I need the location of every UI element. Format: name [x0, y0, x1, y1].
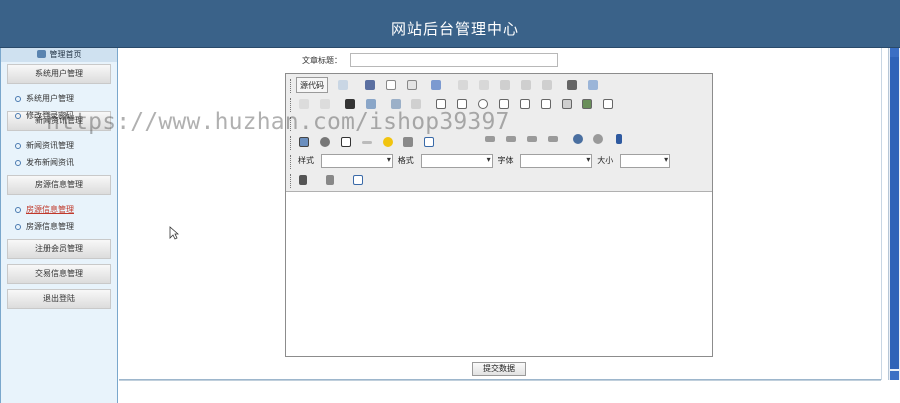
sidebar-item-housing-manage-2[interactable]: 房源信息管理 — [1, 218, 117, 235]
sidebar-item-housing-manage[interactable]: 房源信息管理 — [1, 201, 117, 218]
cut-icon[interactable] — [455, 77, 471, 93]
hidden-field-icon[interactable] — [600, 96, 616, 112]
watermark-text: https://www.huzhan.com/ishop39397 — [46, 109, 510, 135]
save-icon[interactable] — [362, 77, 378, 93]
scroll-up-arrow[interactable] — [890, 48, 899, 57]
new-page-icon[interactable] — [383, 77, 399, 93]
background-color-icon[interactable] — [323, 172, 345, 188]
main-right-gutter — [881, 48, 888, 380]
unlink-icon[interactable] — [590, 131, 606, 147]
style-label: 样式 — [298, 156, 314, 165]
sidebar: 管理首页 系统用户管理 系统用户管理 修改登录密码 新闻资讯管理 新闻资讯管理 … — [0, 48, 118, 403]
sidebar-item-label: 发布新闻资讯 — [26, 158, 74, 167]
sidebar-section-members[interactable]: 注册会员管理 — [7, 239, 111, 259]
scroll-thumb[interactable] — [890, 57, 899, 369]
bottom-frame — [119, 380, 881, 403]
paste-text-icon[interactable] — [518, 77, 534, 93]
print-preview-icon[interactable] — [404, 77, 420, 93]
sidebar-item-news-manage[interactable]: 新闻资讯管理 — [1, 137, 117, 154]
size-select[interactable] — [620, 154, 671, 168]
toolbar-grip — [290, 79, 293, 93]
style-select[interactable] — [320, 154, 393, 168]
scroll-down-arrow[interactable] — [890, 371, 899, 380]
image-button-icon[interactable] — [579, 96, 595, 112]
smiley-icon[interactable] — [380, 134, 396, 150]
font-select[interactable] — [520, 154, 593, 168]
template-icon[interactable] — [428, 77, 444, 93]
sidebar-item-user-manage[interactable]: 系统用户管理 — [1, 90, 117, 107]
toolbar-row-1: 源代码 — [290, 77, 603, 95]
link-icon[interactable] — [570, 131, 586, 147]
format-label: 格式 — [397, 156, 414, 165]
anchor-icon[interactable] — [611, 131, 627, 147]
image-icon[interactable] — [296, 134, 312, 150]
paste-icon[interactable] — [497, 77, 513, 93]
align-right-icon[interactable] — [524, 131, 540, 147]
page-title: 网站后台管理中心 — [390, 20, 519, 38]
sidebar-section-trades[interactable]: 交易信息管理 — [7, 264, 111, 284]
home-icon — [36, 50, 46, 58]
sidebar-item-news-publish[interactable]: 发布新闻资讯 — [1, 154, 117, 171]
button-field-icon[interactable] — [559, 96, 575, 112]
sidebar-item-label: 房源信息管理 — [26, 222, 74, 231]
sidebar-section-users[interactable]: 系统用户管理 — [7, 64, 111, 84]
horizontal-rule-icon[interactable] — [359, 134, 375, 150]
title-input[interactable] — [350, 53, 558, 67]
sidebar-item-label: 系统用户管理 — [26, 94, 74, 103]
spellcheck-icon[interactable] — [585, 77, 601, 93]
align-justify-icon[interactable] — [545, 131, 561, 147]
textarea-icon[interactable] — [517, 96, 533, 112]
editor-content-area[interactable] — [286, 192, 712, 356]
toolbar-row-6 — [290, 172, 368, 190]
font-label: 字体 — [497, 156, 514, 165]
sidebar-logout[interactable]: 退出登陆 — [7, 289, 111, 309]
title-label: 文章标题： — [302, 56, 342, 65]
special-char-icon[interactable] — [400, 134, 416, 150]
submit-button[interactable]: 提交数据 — [472, 362, 526, 376]
text-color-icon[interactable] — [296, 172, 318, 188]
sidebar-item-label: 房源信息管理 — [26, 205, 74, 214]
scrollbar[interactable] — [888, 48, 900, 380]
paste-word-icon[interactable] — [539, 77, 555, 93]
format-select[interactable] — [420, 154, 493, 168]
toolbar-row-4 — [290, 134, 439, 152]
toolbar-row-5: 样式 格式 字体 大小 — [290, 153, 671, 171]
size-label: 大小 — [597, 156, 614, 165]
maximize-icon[interactable] — [350, 172, 366, 188]
toolbar-grip — [290, 174, 293, 188]
header-bar: 网站后台管理中心 — [0, 0, 900, 48]
page-break-icon[interactable] — [421, 134, 437, 150]
sidebar-home-label: 管理首页 — [49, 50, 82, 59]
sidebar-item-label: 新闻资讯管理 — [26, 141, 74, 150]
print-icon[interactable] — [564, 77, 580, 93]
source-button[interactable]: 源代码 — [296, 77, 328, 93]
toolbar-grip — [290, 155, 293, 169]
flash-icon[interactable] — [317, 134, 333, 150]
sidebar-home[interactable]: 管理首页 — [1, 48, 117, 62]
mouse-cursor-icon — [169, 226, 179, 240]
table-icon[interactable] — [338, 134, 354, 150]
select-field-icon[interactable] — [538, 96, 554, 112]
copy-icon[interactable] — [476, 77, 492, 93]
sidebar-section-housing[interactable]: 房源信息管理 — [7, 175, 111, 195]
preview-icon[interactable] — [335, 77, 351, 93]
toolbar-grip — [290, 136, 293, 150]
